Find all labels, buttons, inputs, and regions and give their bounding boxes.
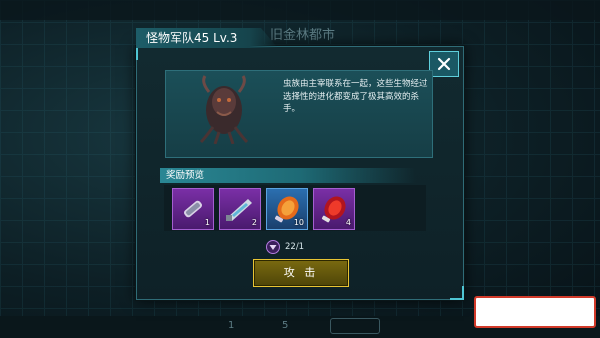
reward-count: 4 (345, 218, 351, 227)
reward-item[interactable]: 1 (172, 188, 214, 230)
attack-button[interactable]: 攻 击 (253, 259, 349, 287)
background-top-bar (0, 0, 600, 20)
background-button (330, 318, 380, 334)
reward-count: 1 (204, 218, 210, 227)
reward-count: 2 (251, 218, 257, 227)
background-side-panel (0, 90, 130, 320)
dialog-title: 怪物军队45 Lv.3 (146, 31, 238, 45)
zerg-monster-icon (199, 75, 249, 144)
background-page-number: 1 (228, 320, 235, 331)
reward-count: 10 (293, 218, 304, 227)
background-page-number: 5 (282, 320, 289, 331)
watermark-logo (474, 296, 596, 328)
close-button[interactable] (429, 51, 459, 77)
dialog-description: 虫族由主宰联系在一起，这些生物经过选择性的进化都变成了极其高效的杀手。 (283, 79, 428, 114)
rewards-label: 奖励预览 (166, 170, 205, 181)
attack-cost: 22/1 (285, 242, 305, 252)
energy-token-icon (266, 240, 280, 254)
background-city-name: 旧金林都市 (270, 28, 336, 43)
reward-item[interactable]: 4 (313, 188, 355, 230)
reward-item[interactable]: 2 (219, 188, 261, 230)
close-icon (437, 57, 451, 71)
reward-item[interactable]: 10 (266, 188, 308, 230)
